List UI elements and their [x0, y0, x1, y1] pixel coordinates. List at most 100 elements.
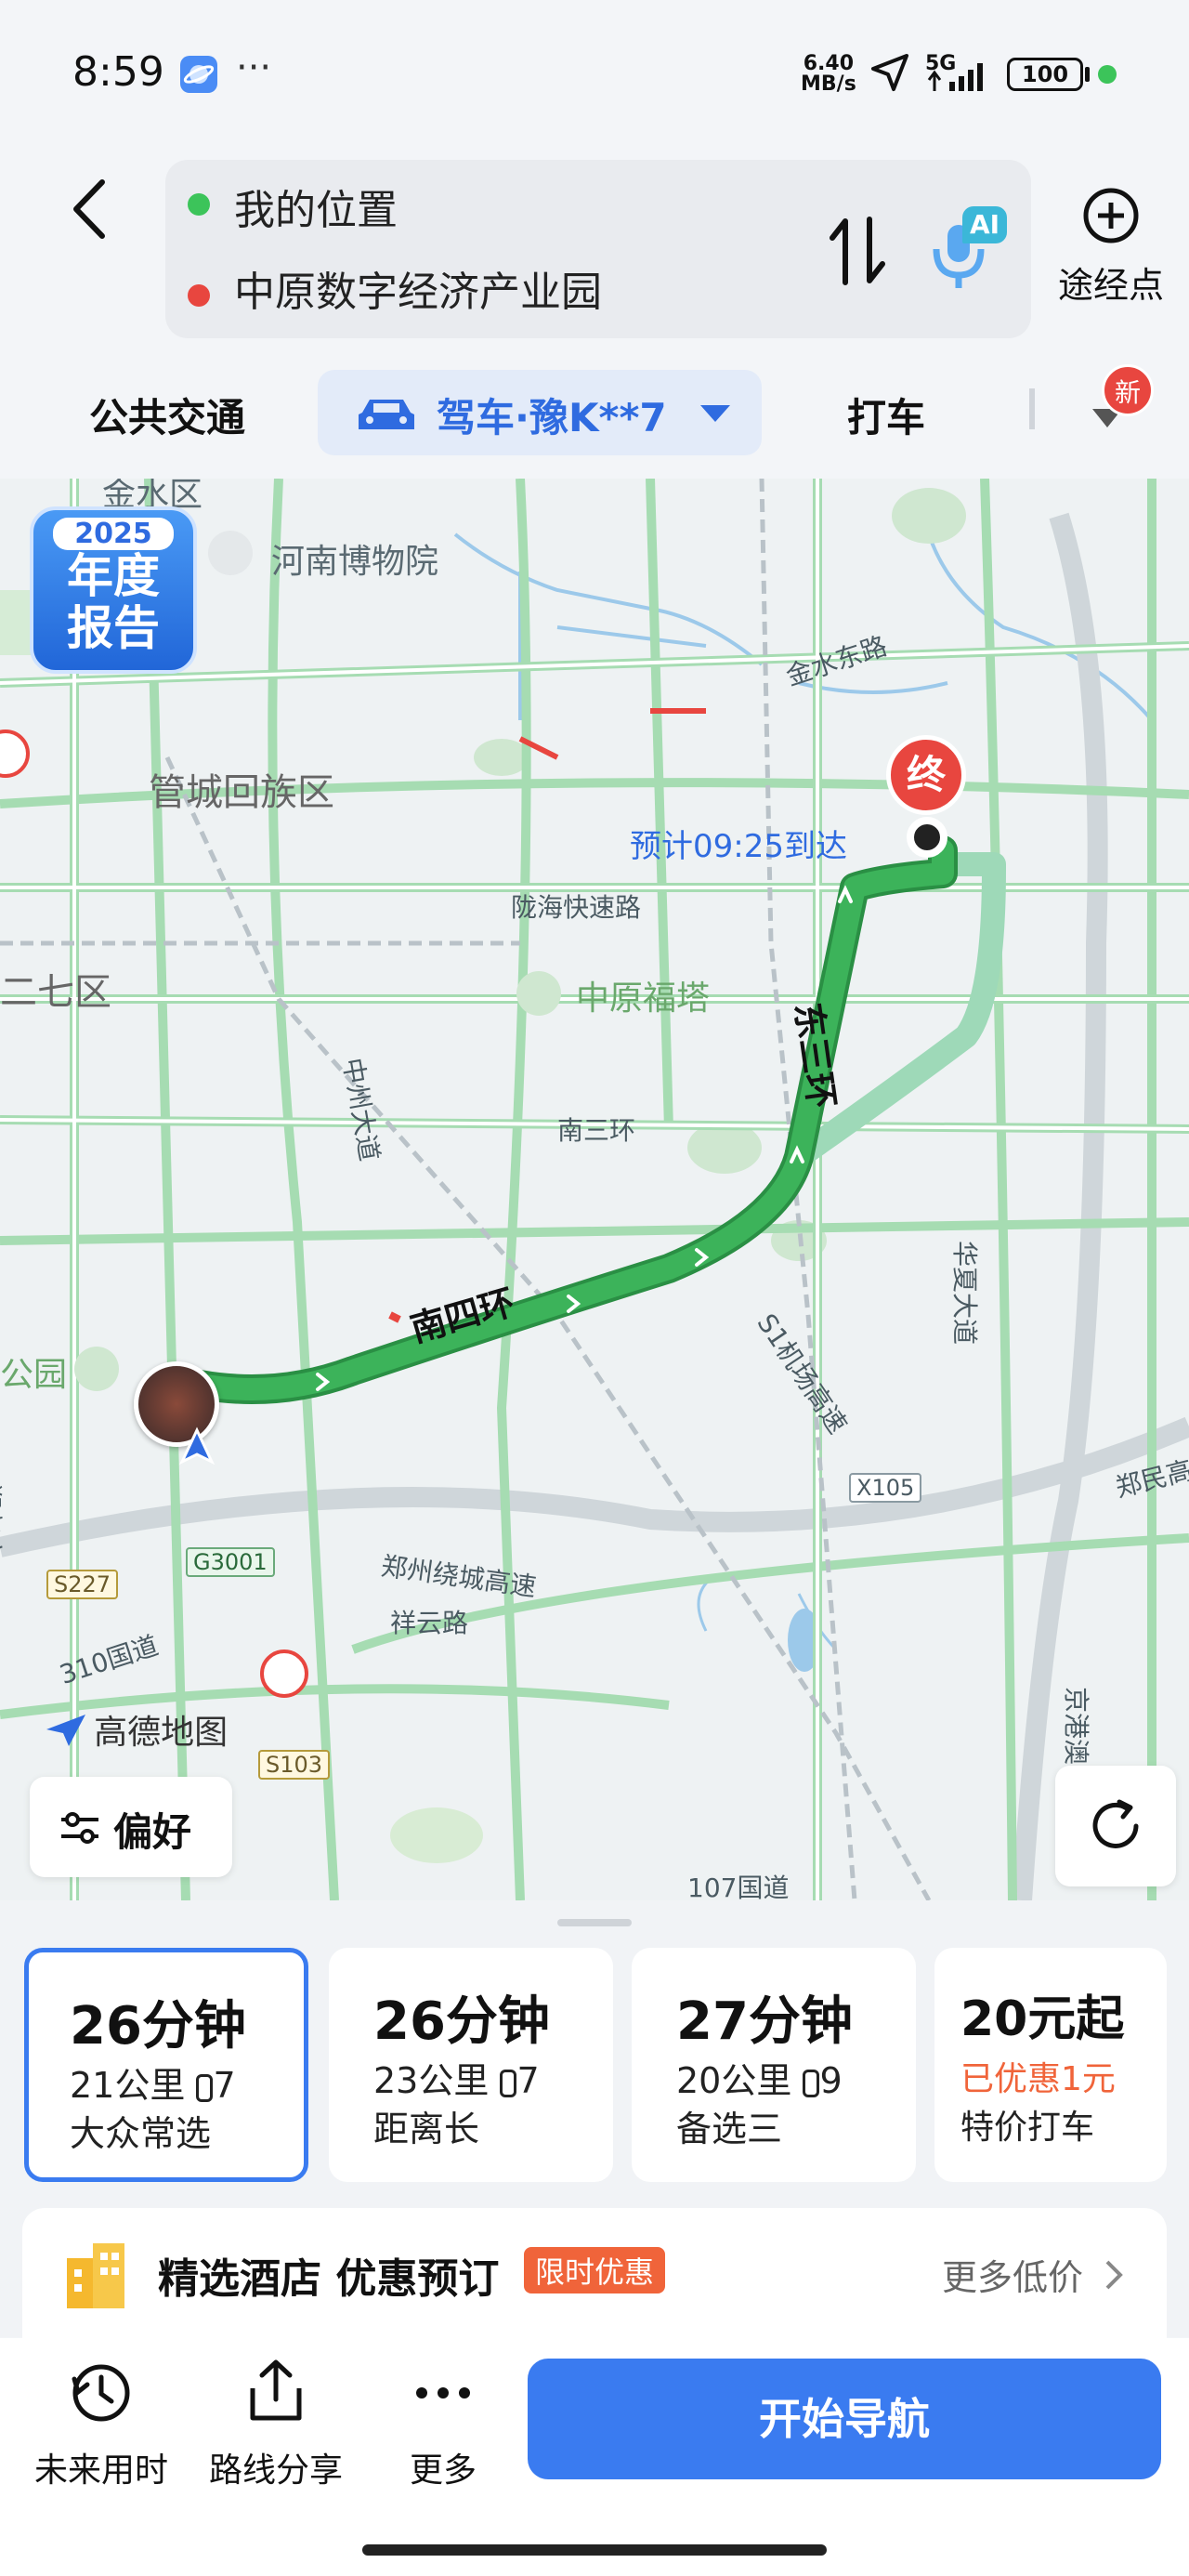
- road-xiangyun: 祥云路: [390, 1608, 469, 1638]
- road-huaxia: 华夏大道: [949, 1241, 980, 1346]
- route-time: 26分钟: [373, 1991, 550, 2052]
- car-icon: [359, 400, 414, 429]
- route-detail: 20公里 9: [676, 2060, 843, 2101]
- road-jinggang: 京港澳: [1061, 1687, 1091, 1766]
- drive-label: 驾车·豫K**7: [437, 395, 667, 440]
- battery-icon: 100: [1007, 58, 1083, 91]
- origin-dot: [188, 193, 210, 216]
- tab-overflow-fade: [1029, 388, 1035, 429]
- future-time-label: 未来用时: [33, 2451, 168, 2490]
- route-tag: 大众常选: [70, 2113, 212, 2154]
- more-dots-icon: [416, 2387, 470, 2399]
- origin-field[interactable]: 我的位置: [234, 177, 398, 236]
- sliders-icon: [61, 1812, 98, 1844]
- new-badge: 新: [1102, 364, 1154, 416]
- brand-text: 高德地图: [94, 1714, 229, 1752]
- road-s227: S227: [46, 1570, 119, 1599]
- road-left-edge: 郑尧高: [0, 1482, 5, 1561]
- start-navigation-button[interactable]: 开始导航: [528, 2359, 1161, 2479]
- taxi-discount: 已优惠1元: [960, 2060, 1116, 2098]
- map-label-park: 公园: [0, 1356, 68, 1394]
- map-label-guancheng: 管城回族区: [149, 771, 334, 814]
- amap-logo-icon: [46, 1715, 85, 1746]
- road-x105: X105: [849, 1473, 922, 1503]
- more-notifications: ···: [236, 46, 272, 89]
- more-label: 更多: [409, 2451, 477, 2490]
- preference-label: 偏好: [113, 1809, 192, 1855]
- route-detail: 23公里 7: [373, 2060, 540, 2101]
- status-bar: 8:59 ··· 6.40 MB/s 5G 100: [0, 0, 1189, 149]
- tab-transit[interactable]: 公共交通: [89, 387, 245, 443]
- preference-button[interactable]: 偏好: [30, 1777, 232, 1877]
- net-speed: 6.40 MB/s: [801, 52, 856, 96]
- swap-icon: [830, 217, 885, 285]
- route-time: 27分钟: [676, 1991, 853, 2052]
- app-notification-icon: [180, 56, 217, 93]
- end-marker-text: 终: [906, 752, 946, 797]
- tower-icon: [516, 971, 561, 1016]
- tab-drive[interactable]: 驾车·豫K**7: [318, 370, 762, 455]
- ai-badge: AI: [962, 206, 1007, 243]
- more-deals-link[interactable]: 更多低价: [942, 2249, 1083, 2300]
- destination-point: [907, 817, 947, 858]
- clock-icon: [72, 2364, 130, 2422]
- share-icon: [250, 2359, 302, 2421]
- home-indicator[interactable]: [362, 2544, 827, 2556]
- no-entry-icon: [260, 1649, 308, 1698]
- museum-icon: [208, 531, 253, 575]
- traffic-light-icon: [196, 2073, 214, 2102]
- traffic-light-icon: [500, 2069, 517, 2097]
- heading-arrow-icon: [178, 1426, 216, 1465]
- route-tag: 备选三: [676, 2109, 783, 2149]
- clock: 8:59: [72, 48, 164, 96]
- share-route-label: 路线分享: [208, 2451, 343, 2490]
- route-card-1[interactable]: 26分钟 21公里 7 大众常选: [24, 1948, 308, 2182]
- refresh-button[interactable]: [1055, 1766, 1176, 1886]
- amap-brand: 高德地图: [43, 1705, 228, 1754]
- eta-label: 预计09:25到达: [630, 828, 847, 865]
- route-time: 26分钟: [70, 1996, 246, 2057]
- back-button[interactable]: [65, 177, 121, 242]
- ai-voice-button[interactable]: AI: [925, 197, 1009, 299]
- map-label-tower: 中原福塔: [576, 979, 711, 1018]
- road-s103: S103: [258, 1750, 331, 1780]
- chevron-down-icon: [700, 405, 730, 422]
- sheet-handle[interactable]: [557, 1919, 632, 1926]
- signal-icon: [927, 63, 983, 91]
- active-dot: [1098, 65, 1117, 84]
- more-button[interactable]: 更多: [355, 2360, 531, 2491]
- chevron-right-icon: [1105, 2260, 1123, 2290]
- map-canvas: [0, 479, 1189, 1900]
- swap-button[interactable]: [825, 214, 890, 288]
- annual-report-badge[interactable]: 2025 年度 报告: [30, 506, 197, 674]
- route-card-2[interactable]: 26分钟 23公里 7 距离长: [329, 1948, 613, 2182]
- future-time-button[interactable]: 未来用时: [13, 2360, 189, 2491]
- back-arrow-icon: [73, 179, 105, 239]
- road-nansan: 南三环: [557, 1115, 636, 1146]
- report-line1: 年度: [67, 549, 160, 603]
- map-view[interactable]: 金水区 河南博物院 管城回族区 二七区 中原福塔 公园 金水东路 陇海快速路 中…: [0, 479, 1189, 1900]
- traffic-light-icon: [803, 2069, 820, 2097]
- add-circle-icon: [1083, 188, 1139, 243]
- battery-tip: [1085, 67, 1090, 82]
- destination-dot: [188, 284, 210, 307]
- hotel-title: 精选酒店 优惠预订: [158, 2255, 500, 2303]
- map-label-museum: 河南博物院: [271, 543, 439, 581]
- taxi-card[interactable]: 20元起 已优惠1元 特价打车: [934, 1948, 1167, 2182]
- report-year: 2025: [53, 518, 174, 550]
- location-arrow-icon: [871, 54, 908, 91]
- hotel-promo[interactable]: 精选酒店 优惠预订 限时优惠 更多低价: [22, 2208, 1167, 2338]
- limited-offer-badge: 限时优惠: [524, 2247, 666, 2293]
- route-tag: 距离长: [373, 2109, 480, 2149]
- destination-marker[interactable]: 终: [886, 735, 966, 815]
- destination-field[interactable]: 中原数字经济产业园: [234, 258, 602, 318]
- waypoint-button[interactable]: 途经点: [1048, 186, 1174, 307]
- route-card-3[interactable]: 27分钟 20公里 9 备选三: [632, 1948, 916, 2182]
- road-g3001: G3001: [186, 1547, 275, 1577]
- waypoint-label: 途经点: [1057, 265, 1164, 306]
- park-icon: [74, 1347, 119, 1391]
- route-input-box: 我的位置 中原数字经济产业园 AI: [165, 160, 1031, 338]
- hotel-building-icon: [67, 2243, 124, 2308]
- tab-taxi[interactable]: 打车: [847, 387, 925, 443]
- share-route-button[interactable]: 路线分享: [188, 2357, 364, 2491]
